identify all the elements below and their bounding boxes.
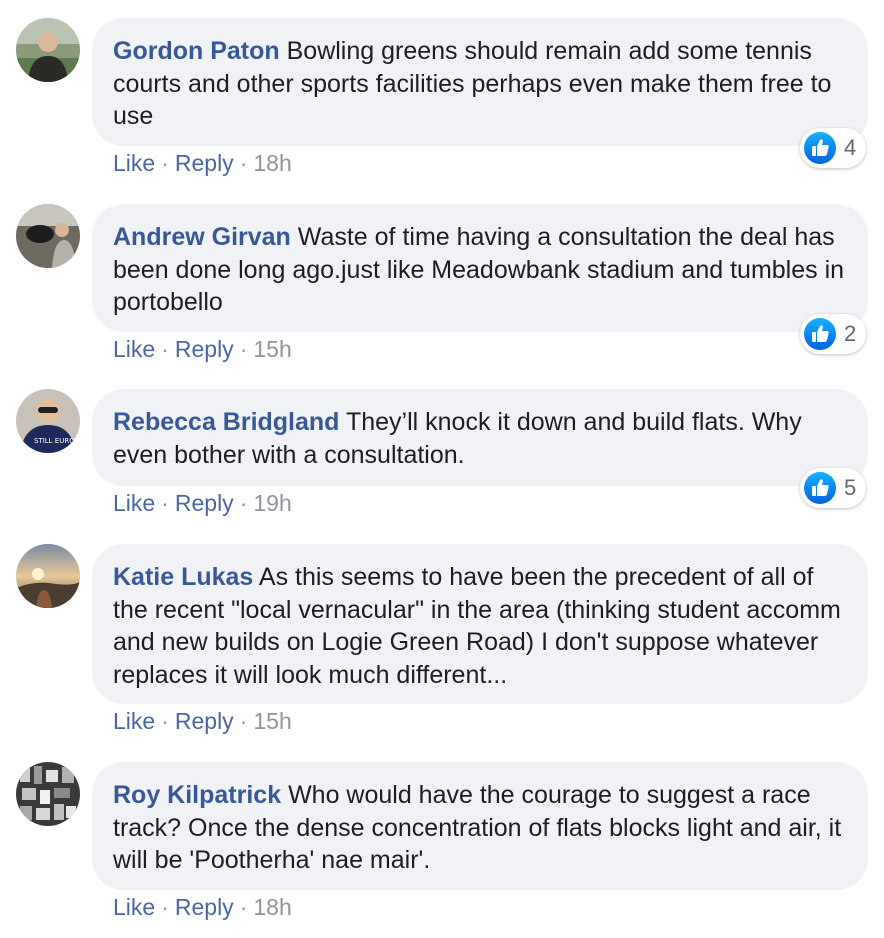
comment-actions: Like · Reply · 18h [113,892,292,922]
comment-author[interactable]: Roy Kilpatrick [113,781,281,809]
avatar[interactable] [16,18,80,82]
like-count: 5 [844,475,857,500]
reply-button[interactable]: Reply [175,150,234,176]
comment-actions: Like · Reply · 15h [113,706,292,736]
reaction-count-badge[interactable]: 5 [800,468,866,508]
like-button[interactable]: Like [113,490,155,516]
separator: · [161,336,169,362]
comment-author[interactable]: Rebecca Bridgland [113,408,339,436]
thumbs-up-icon [804,472,836,504]
separator: · [239,894,248,920]
comment-bubble: Rebecca Bridgland They’ll knock it down … [92,389,868,486]
comment-author[interactable]: Andrew Girvan [113,223,291,251]
avatar[interactable] [16,762,80,826]
comment-author[interactable]: Gordon Paton [113,37,280,65]
like-button[interactable]: Like [113,336,155,362]
comment-actions: Like · Reply · 19h [113,488,292,518]
comment-bubble: Katie Lukas As this seems to have been t… [92,544,868,704]
separator: · [239,150,248,176]
separator: · [239,708,248,734]
reply-button[interactable]: Reply [175,894,234,920]
avatar[interactable] [16,544,80,608]
like-button[interactable]: Like [113,708,155,734]
like-count: 2 [844,321,857,346]
comment-actions: Like · Reply · 18h [113,148,292,178]
timestamp[interactable]: 15h [253,708,291,734]
separator: · [161,490,169,516]
like-button[interactable]: Like [113,894,155,920]
like-button[interactable]: Like [113,150,155,176]
separator: · [161,708,169,734]
separator: · [239,490,248,516]
timestamp[interactable]: 19h [253,490,291,516]
avatar-shirt-text: STILL EUROPEAN [34,437,80,445]
comment-actions: Like · Reply · 15h [113,334,292,364]
thumbs-up-icon [804,318,836,350]
timestamp[interactable]: 15h [253,336,291,362]
separator: · [161,894,169,920]
reply-button[interactable]: Reply [175,708,234,734]
comment-bubble: Roy Kilpatrick Who would have the courag… [92,762,868,890]
reply-button[interactable]: Reply [175,336,234,362]
reply-button[interactable]: Reply [175,490,234,516]
timestamp[interactable]: 18h [253,894,291,920]
like-count: 4 [844,135,857,160]
thumbs-up-icon [804,132,836,164]
comment-author[interactable]: Katie Lukas [113,563,253,591]
separator: · [239,336,248,362]
reaction-count-badge[interactable]: 4 [800,128,866,168]
reaction-count-badge[interactable]: 2 [800,314,866,354]
avatar[interactable]: STILL EUROPEAN [16,389,80,453]
timestamp[interactable]: 18h [253,150,291,176]
comment-bubble: Gordon Paton Bowling greens should remai… [92,18,868,146]
separator: · [161,150,169,176]
comment-bubble: Andrew Girvan Waste of time having a con… [92,204,868,332]
avatar[interactable] [16,204,80,268]
